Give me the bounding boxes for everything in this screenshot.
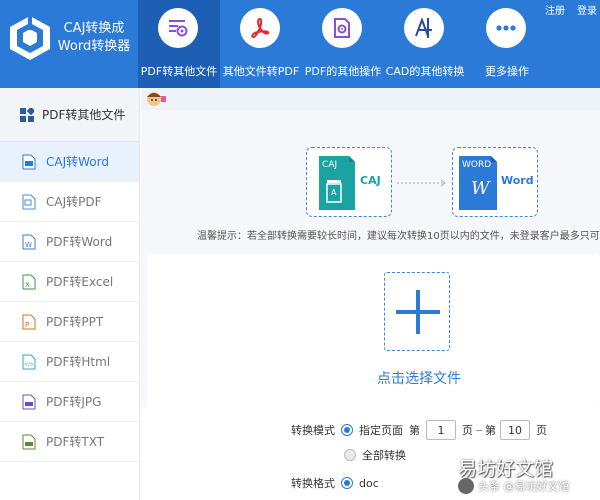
register-link[interactable]: 注册 xyxy=(545,2,565,17)
nav-label: 更多操作 xyxy=(485,65,529,78)
word-file-icon: W xyxy=(22,234,36,249)
sidebar-item-pdf-to-html[interactable]: </> PDF转Html xyxy=(0,342,139,382)
to-page-input[interactable] xyxy=(500,420,530,440)
sidebar-item-label: PDF转Html xyxy=(46,355,111,369)
sidebar-item-caj-to-pdf[interactable]: CAJ转PDF xyxy=(0,182,139,222)
top-nav: PDF转其他文件 其他文件转PDF PDF的其他操作 CAD的其他转换 更多操作 xyxy=(138,0,548,88)
svg-text:W: W xyxy=(25,241,32,249)
watermark-title: 易坊好文馆 xyxy=(458,458,554,480)
format-doc-radio[interactable] xyxy=(341,477,353,489)
sidebar-item-caj-to-word[interactable]: CAJ转Word xyxy=(0,142,139,182)
sidebar-header: PDF转其他文件 xyxy=(0,88,139,142)
html-file-icon: </> xyxy=(22,354,36,369)
sidebar-item-pdf-to-txt[interactable]: PDF转TXT xyxy=(0,422,139,462)
target-format-label: Word xyxy=(501,174,534,187)
sidebar-item-label: PDF转JPG xyxy=(46,395,102,409)
target-format-tag: WORD xyxy=(462,160,492,170)
format-row: 转换格式 doc xyxy=(291,475,379,491)
more-dots-icon xyxy=(486,8,526,48)
sidebar-item-pdf-to-jpg[interactable]: PDF转JPG xyxy=(0,382,139,422)
format-label: 转换格式 xyxy=(291,477,335,490)
nav-cad-convert[interactable]: CAD的其他转换 xyxy=(384,0,466,88)
nav-more-ops[interactable]: 更多操作 xyxy=(466,0,548,88)
choose-file-link[interactable]: 点击选择文件 xyxy=(377,368,461,388)
page-suffix-text: 页 xyxy=(536,424,547,437)
target-format-letter: W xyxy=(471,178,490,199)
specified-pages-label: 指定页面 xyxy=(359,424,403,437)
all-convert-label: 全部转换 xyxy=(362,449,406,462)
app-title-line1: CAJ转换成 xyxy=(63,21,125,36)
excel-file-icon: X xyxy=(22,274,36,289)
pdf-settings-icon xyxy=(322,8,362,48)
nav-pdf-to-other[interactable]: PDF转其他文件 xyxy=(138,0,220,88)
nav-label: PDF的其他操作 xyxy=(304,65,382,78)
all-convert-radio[interactable] xyxy=(344,449,356,461)
tip-text: 温馨提示：若全部转换需要较长时间，建议每次转换10页以内的文件，未登录客户最多只… xyxy=(197,231,600,242)
watermark-logo-icon xyxy=(458,478,474,494)
work-area: CAJ A CAJ WORD W Word 温馨提示：若全部转换需要较长时间，建… xyxy=(141,110,600,500)
convert-arrow-icon xyxy=(397,179,446,187)
watermark-subtitle: 头条 @易坊好文馆 xyxy=(478,480,570,493)
app-title-line2: Word转换器 xyxy=(57,39,131,54)
file-drop-zone[interactable]: 点击选择文件 xyxy=(147,254,600,407)
sidebar-item-label: PDF转Excel xyxy=(46,275,114,289)
sidebar-item-label: PDF转TXT xyxy=(46,435,105,449)
add-file-button[interactable] xyxy=(384,272,450,351)
sidebar-item-label: PDF转Word xyxy=(46,235,113,249)
caj-file-icon xyxy=(22,154,36,169)
target-format-card: WORD W Word xyxy=(452,147,538,217)
nav-pdf-other-ops[interactable]: PDF的其他操作 xyxy=(302,0,384,88)
mode-label: 转换模式 xyxy=(291,424,335,437)
sidebar-item-pdf-to-word[interactable]: W PDF转Word xyxy=(0,222,139,262)
source-format-label: CAJ xyxy=(360,174,381,187)
svg-text:P: P xyxy=(25,321,29,329)
sidebar-item-pdf-to-excel[interactable]: X PDF转Excel xyxy=(0,262,139,302)
caj-pdf-file-icon xyxy=(22,194,36,209)
pdf-gear-icon xyxy=(158,8,198,48)
ppt-file-icon: P xyxy=(22,314,36,329)
login-link[interactable]: 登录 xyxy=(577,2,597,17)
nav-label: PDF转其他文件 xyxy=(140,65,218,78)
source-format-letter: A xyxy=(331,188,337,197)
sidebar-item-label: PDF转PPT xyxy=(46,315,104,329)
main-panel: CAJ A CAJ WORD W Word 温馨提示：若全部转换需要较长时间，建… xyxy=(141,88,600,500)
from-page-input[interactable] xyxy=(426,420,456,440)
mascot-icon xyxy=(147,92,166,106)
app-header: CAJ转换成 Word转换器 PDF转其他文件 其他文件转PDF PDF的其他操… xyxy=(0,0,600,88)
nav-label: 其他文件转PDF xyxy=(222,65,300,78)
acrobat-icon xyxy=(240,8,280,48)
app-logo-icon xyxy=(10,16,50,60)
nav-label: CAD的其他转换 xyxy=(385,65,465,78)
all-convert-row: 全部转换 xyxy=(344,447,406,463)
range-dash xyxy=(476,429,482,431)
sidebar-item-label: CAJ转Word xyxy=(46,155,109,169)
page-prefix-text: 第 xyxy=(409,424,420,437)
grid-icon xyxy=(20,107,34,122)
specified-pages-radio[interactable] xyxy=(341,424,353,436)
jpg-file-icon xyxy=(22,394,36,409)
app-title: CAJ转换成 Word转换器 xyxy=(56,20,132,56)
sidebar: PDF转其他文件 CAJ转Word CAJ转PDF W PDF转Word X P… xyxy=(0,88,140,500)
cad-icon xyxy=(404,8,444,48)
watermark: 易坊好文馆 头条 @易坊好文馆 xyxy=(452,452,600,500)
sidebar-item-pdf-to-ppt[interactable]: P PDF转PPT xyxy=(0,302,139,342)
page-prefix-text: 第 xyxy=(485,424,496,437)
top-links: 注册 登录 xyxy=(545,2,597,17)
svg-text:X: X xyxy=(25,281,30,289)
format-doc-label: doc xyxy=(359,476,379,490)
sidebar-item-label: CAJ转PDF xyxy=(46,195,102,209)
source-format-tag: CAJ xyxy=(322,160,338,170)
source-format-card: CAJ A CAJ xyxy=(306,147,392,217)
nav-other-to-pdf[interactable]: 其他文件转PDF xyxy=(220,0,302,88)
notice-bar xyxy=(141,88,600,110)
txt-file-icon xyxy=(22,434,36,449)
svg-text:</>: </> xyxy=(24,362,34,368)
mode-row: 转换模式 指定页面 第 页 第 页 xyxy=(291,420,547,440)
sidebar-header-label: PDF转其他文件 xyxy=(42,108,126,122)
page-suffix-text: 页 xyxy=(462,424,473,437)
